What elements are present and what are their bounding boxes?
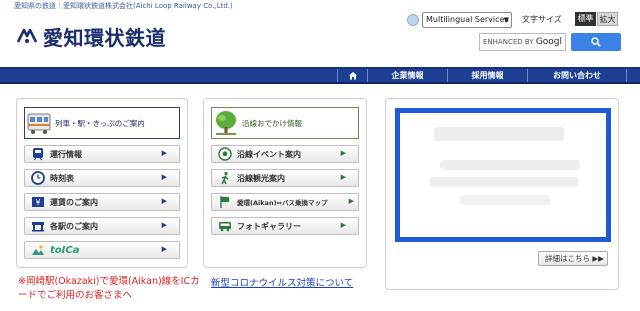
search-enhanced-label: ENHANCED BY [483, 38, 534, 46]
outing-info-card[interactable]: 沿線おでかけ情報 [211, 107, 359, 139]
nav-recruitment[interactable]: 採用情報 [447, 69, 527, 82]
arrow-right-icon: ▶ [340, 149, 346, 157]
photo-gallery-button[interactable]: フォトギャラリー ▶ [211, 217, 359, 235]
notice-panel: 詳細はこちら ▶▶ [385, 98, 619, 290]
see-details-button[interactable]: 詳細はこちら ▶▶ [538, 251, 608, 266]
okazaki-ic-card-notice-link[interactable]: ※岡崎駅(Okazaki)で愛環(Aikan)線をICカードでご利用のお客さまへ [18, 275, 206, 303]
font-size-label: 文字サイズ [522, 15, 562, 24]
walking-icon [218, 171, 232, 185]
ic-card-icon [31, 243, 45, 257]
event-guide-button[interactable]: 沿線イベント案内 ▶ [211, 145, 359, 163]
main-navbar: 企業情報 採用情報 お問い合わせ [0, 67, 640, 84]
train-icon [31, 147, 45, 161]
chevron-down-icon: ▼ [503, 16, 509, 24]
clock-icon [31, 171, 45, 185]
font-large-button[interactable]: 拡大 [597, 12, 618, 26]
covid-measures-link[interactable]: 新型コロナウイルス対策について [211, 275, 353, 289]
operation-info-label: 運行情報 [50, 149, 82, 159]
blurred-notice-line [460, 195, 550, 205]
arrow-right-icon: ▶ [348, 197, 354, 205]
loop-logo-icon [16, 28, 38, 43]
svg-text:¥: ¥ [35, 198, 40, 207]
bus-transfer-map-label: 愛環(Aikan)⇔バス乗換マップ [237, 199, 328, 207]
outing-info-label: 沿線おでかけ情報 [242, 118, 302, 128]
train-station-ticket-label: 列車・駅・きっぷのご案内 [55, 118, 145, 128]
train-station-ticket-card[interactable]: 列車・駅・きっぷのご案内 [24, 107, 180, 139]
station-icon [31, 219, 45, 233]
search-input[interactable]: ENHANCED BY Googl [479, 33, 566, 51]
soccer-ball-icon [218, 147, 232, 161]
globe-icon [407, 14, 419, 26]
event-guide-label: 沿線イベント案内 [237, 149, 301, 159]
arrow-right-icon: ▶ [161, 245, 167, 253]
bus-transfer-map-button[interactable]: 愛環(Aikan)⇔バス乗換マップ ▶ [211, 193, 359, 211]
language-select[interactable]: Multilingual Services ▼ [422, 12, 512, 28]
logo-text: 愛知環状鉄道 [43, 25, 166, 50]
station-guide-button[interactable]: 各駅のご案内 ▶ [24, 217, 180, 235]
fare-guide-label: 運賃のご案内 [50, 197, 98, 207]
nav-company-info[interactable]: 企業情報 [367, 69, 447, 82]
train-image-icon [27, 113, 51, 134]
arrow-right-icon: ▶ [340, 221, 346, 229]
language-select-value: Multilingual Services [426, 15, 509, 24]
blurred-notice-title [434, 127, 564, 141]
blurred-notice-line [430, 177, 578, 187]
station-guide-label: 各駅のご案内 [50, 221, 98, 231]
arrow-right-icon: ▶ [340, 173, 346, 181]
fare-icon: ¥ [31, 195, 45, 209]
tree-image-icon [216, 111, 236, 135]
toica-logo: toICa [50, 244, 80, 256]
site-tagline: 愛知県の鉄道｜愛知環状鉄道株式会社(Aichi Loop Railway Co.… [14, 2, 233, 10]
toica-button[interactable]: toICa ▶ [24, 241, 180, 259]
arrow-right-icon: ▶ [161, 221, 167, 229]
nav-contact[interactable]: お問い合わせ [527, 69, 627, 82]
search-icon [591, 37, 601, 47]
arrow-right-icon: ▶ [161, 149, 167, 157]
outing-info-panel: 沿線おでかけ情報 沿線イベント案内 ▶ 沿線観光案内 ▶ 愛環(Aikan)⇔バ… [203, 98, 367, 268]
timetable-button[interactable]: 時刻表 ▶ [24, 169, 180, 187]
arrow-right-icon: ▶ [161, 173, 167, 181]
arrow-right-icon: ▶ [161, 197, 167, 205]
home-icon [348, 72, 357, 80]
top-tagline-bar: 愛知県の鉄道｜愛知環状鉄道株式会社(Aichi Loop Railway Co.… [0, 0, 640, 12]
flag-icon [218, 195, 232, 209]
operation-info-button[interactable]: 運行情報 ▶ [24, 145, 180, 163]
font-normal-button[interactable]: 標準 [575, 12, 596, 26]
sightseeing-guide-button[interactable]: 沿線観光案内 ▶ [211, 169, 359, 187]
search-brand: Googl [535, 37, 563, 47]
bus-icon [218, 219, 232, 233]
photo-gallery-label: フォトギャラリー [237, 221, 301, 231]
site-logo[interactable]: 愛知環状鉄道 [16, 20, 166, 52]
blurred-notice-line [440, 160, 580, 170]
timetable-label: 時刻表 [50, 173, 74, 183]
search-button[interactable] [571, 33, 621, 51]
fare-guide-button[interactable]: ¥ 運賃のご案内 ▶ [24, 193, 180, 211]
train-info-panel: 列車・駅・きっぷのご案内 運行情報 ▶ 時刻表 ▶ ¥ 運賃のご案内 ▶ 各駅の… [16, 98, 188, 268]
nav-home[interactable] [337, 69, 367, 82]
notice-box [395, 108, 611, 242]
sightseeing-guide-label: 沿線観光案内 [237, 173, 285, 183]
